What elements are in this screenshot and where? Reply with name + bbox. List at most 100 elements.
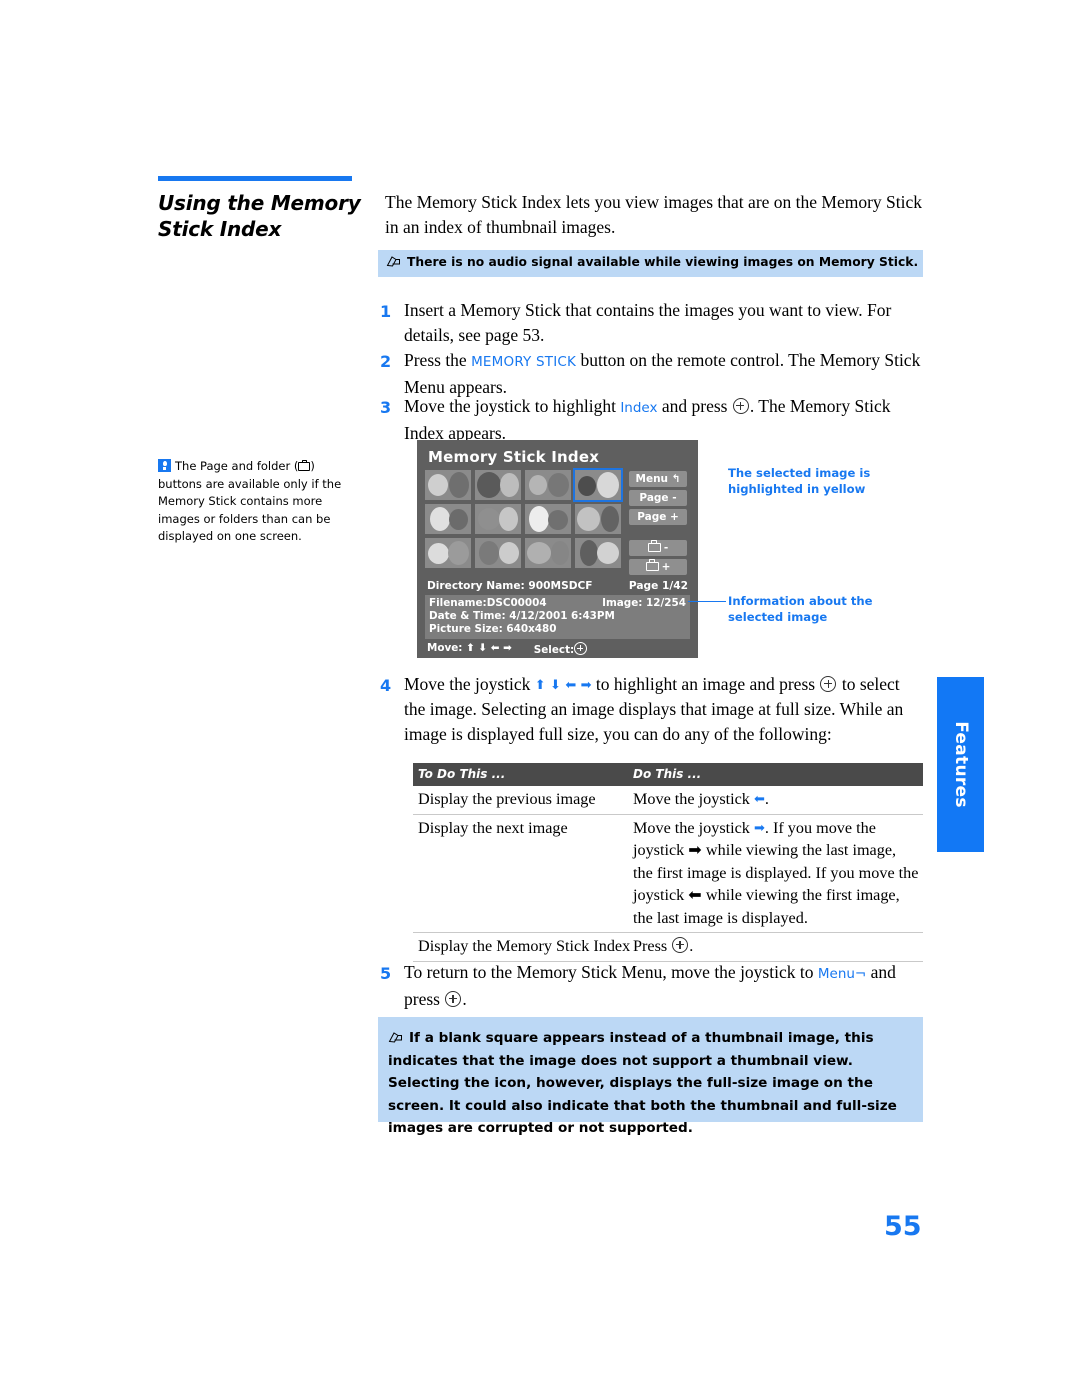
- table-cell-result: Move the joystick ⬅.: [633, 788, 923, 811]
- intro-paragraph: The Memory Stick Index lets you view ima…: [385, 192, 923, 237]
- thumbnail[interactable]: [475, 504, 521, 534]
- result-text-post: .: [764, 790, 769, 808]
- page-number: 55: [884, 1211, 922, 1242]
- table-row: Display the next image Move the joystick…: [413, 815, 923, 933]
- arrow-right-icon: ➡: [753, 819, 765, 835]
- arrow-up-icon: ⬆: [534, 677, 546, 692]
- note-pen-icon: [388, 1032, 402, 1043]
- screen-title: Memory Stick Index: [428, 448, 600, 466]
- thumbnail[interactable]: [475, 538, 521, 568]
- options-table: To Do This ... Do This ... Display the p…: [413, 763, 923, 962]
- note-bottom: If a blank square appears instead of a t…: [378, 1017, 923, 1136]
- select-plus-icon: [732, 398, 749, 414]
- page-title: Using the Memory Stick Index: [158, 191, 361, 241]
- table-cell-action: Display the previous image: [418, 790, 596, 808]
- step-1-text: Insert a Memory Stick that contains the …: [404, 300, 892, 345]
- directory-row: Directory Name: 900MSDCF Page 1/42: [427, 580, 688, 592]
- table-cell-action: Display the next image: [418, 818, 568, 837]
- arrow-right-icon: ➡: [580, 677, 592, 692]
- select-plus-icon: [574, 642, 588, 655]
- step-3-number: 3: [380, 398, 392, 417]
- arrow-down-icon: ⬇: [550, 677, 561, 692]
- thumbnail[interactable]: [525, 504, 571, 534]
- note-top-text: There is no audio signal available while…: [407, 255, 919, 269]
- directory-name: Directory Name: 900MSDCF: [427, 580, 593, 592]
- select-plus-icon: [820, 676, 837, 692]
- table-row: Display the Memory Stick Index Press .: [413, 933, 923, 962]
- screen-button-column: Menu ↰ Page - Page + - +: [629, 471, 687, 575]
- folder-minus-label: -: [663, 541, 669, 554]
- step-4-text-a: Move the joystick: [404, 674, 535, 694]
- sidebar-tip: The Page and folder () buttons are avail…: [158, 458, 354, 546]
- step-1: 1 Insert a Memory Stick that contains th…: [380, 298, 924, 348]
- memory-stick-button-reference: MEMORY STICK: [471, 354, 577, 370]
- thumbnail[interactable]: [525, 470, 571, 500]
- index-menu-reference: Index: [620, 400, 658, 416]
- result-text-pre: Press: [633, 937, 672, 955]
- page-minus-button[interactable]: Page -: [629, 490, 687, 506]
- screen-hint-row: Move: ⬆ ⬇ ⬅ ➡ Select:: [427, 642, 688, 656]
- image-count-value: Image: 12/254: [602, 597, 686, 609]
- step-4-text-b: to highlight an image and press: [591, 674, 820, 694]
- arrow-left-icon: ⬅: [753, 791, 765, 806]
- thumbnail[interactable]: [425, 538, 471, 568]
- folder-minus-button[interactable]: -: [629, 540, 687, 556]
- section-rule: [158, 176, 352, 181]
- memory-stick-index-screen: Memory Stick Index Menu ↰ Page - Page +: [417, 440, 698, 658]
- step-3-text-b: and press: [657, 396, 732, 416]
- move-label: Move:: [427, 642, 463, 654]
- table-row: Display the previous image Move the joys…: [413, 786, 923, 815]
- folder-icon: [645, 559, 659, 571]
- image-info-box: Filename:DSC00004 Image: 12/254 Date & T…: [425, 595, 690, 639]
- table-header-result: Do This ...: [633, 767, 702, 781]
- note-bottom-text: If a blank square appears instead of a t…: [388, 1030, 897, 1136]
- tip-text-before: The Page and folder (: [175, 459, 299, 473]
- result-text-post: .: [689, 937, 694, 955]
- thumbnail[interactable]: [475, 470, 521, 500]
- thumbnail[interactable]: [425, 504, 471, 534]
- section-tab-label: Features: [951, 721, 971, 808]
- section-tab-features: Features: [937, 677, 984, 852]
- table-cell-result: Press .: [633, 935, 923, 958]
- page-plus-button[interactable]: Page +: [629, 509, 687, 525]
- move-arrows-icon: ⬆ ⬇ ⬅ ➡: [466, 642, 512, 654]
- table-cell-result: Move the joystick ➡. If you move the joy…: [633, 817, 923, 930]
- step-2-number: 2: [380, 352, 392, 371]
- table-header-action: To Do This ...: [418, 767, 506, 781]
- note-pen-icon: [386, 256, 400, 267]
- datetime-value: Date & Time: 4/12/2001 6:43PM: [429, 610, 615, 622]
- arrow-left-icon: ⬅: [565, 677, 577, 692]
- thumbnail[interactable]: [425, 470, 471, 500]
- note-top: There is no audio signal available while…: [378, 250, 923, 277]
- picture-size-value: Picture Size: 640x480: [429, 623, 557, 635]
- button-spacer: [629, 528, 687, 537]
- folder-icon: [298, 459, 311, 471]
- menu-return-reference: Menu¬: [817, 966, 867, 982]
- step-5: 5 To return to the Memory Stick Menu, mo…: [380, 960, 924, 1012]
- step-4: 4 Move the joystick ⬆ ⬇ ⬅ ➡ to highlight…: [380, 672, 924, 747]
- thumbnail[interactable]: [575, 538, 621, 568]
- filename-value: Filename:DSC00004: [429, 597, 547, 609]
- step-5-text-a: To return to the Memory Stick Menu, move…: [404, 962, 818, 982]
- step-2: 2 Press the MEMORY STICK button on the r…: [380, 348, 924, 400]
- select-label: Select:: [533, 644, 575, 656]
- step-5-number: 5: [380, 964, 392, 983]
- thumbnail[interactable]: [525, 538, 571, 568]
- manual-page: Using the Memory Stick Index The Page and…: [0, 0, 1080, 1397]
- callout-image-info: Information about the selected image: [728, 594, 873, 624]
- thumbnail[interactable]: [575, 504, 621, 534]
- callout-selected-image: The selected image is highlighted in yel…: [728, 466, 871, 496]
- thumbnail-selected[interactable]: [573, 468, 623, 502]
- table-cell-action: Display the Memory Stick Index: [418, 937, 631, 955]
- step-4-number: 4: [380, 676, 392, 695]
- menu-button[interactable]: Menu ↰: [629, 471, 687, 487]
- folder-plus-button[interactable]: +: [629, 559, 687, 575]
- result-text-pre: Move the joystick: [633, 818, 754, 837]
- table-header-row: To Do This ... Do This ...: [413, 763, 923, 786]
- callout-leader-line: [688, 601, 726, 603]
- lightbulb-icon: [158, 459, 171, 472]
- select-plus-icon: [672, 937, 689, 953]
- step-1-number: 1: [380, 302, 392, 321]
- step-5-text-c: .: [462, 989, 467, 1009]
- thumbnail-grid: [425, 468, 623, 575]
